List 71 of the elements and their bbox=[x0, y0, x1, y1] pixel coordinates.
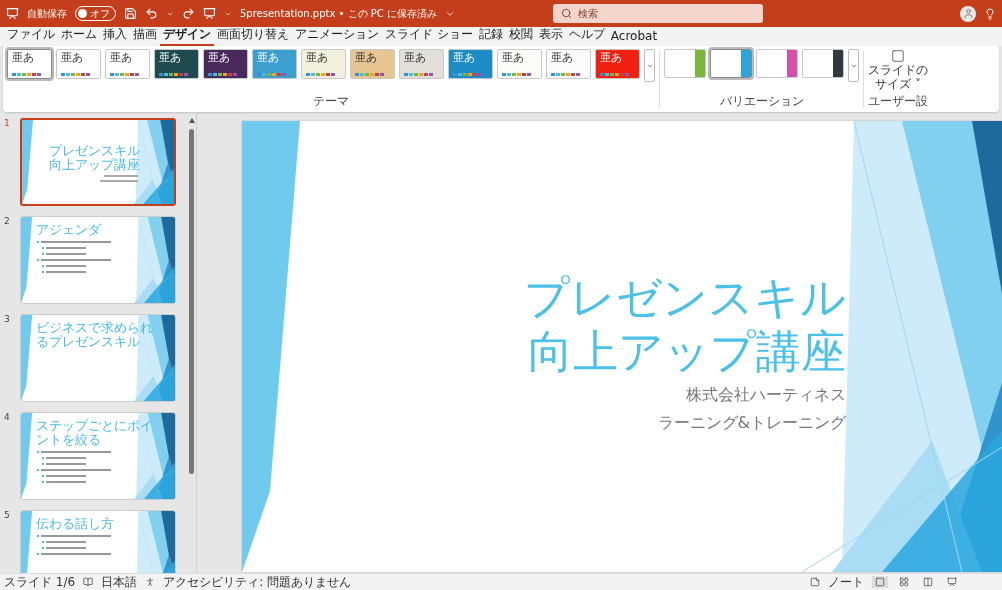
notes-icon[interactable] bbox=[810, 577, 820, 587]
theme-thumbnail[interactable]: 亜あ bbox=[301, 49, 346, 79]
slide-number: 4 bbox=[4, 412, 11, 424]
menu-tab[interactable]: 画面切り替え bbox=[214, 26, 292, 46]
theme-thumbnail[interactable]: 亜あ bbox=[7, 49, 52, 79]
menu-tab[interactable]: ホーム bbox=[58, 26, 100, 46]
slide-size-button[interactable]: スライドの サイズ ˅ bbox=[868, 49, 928, 92]
group-label: ユーザー設 bbox=[868, 93, 928, 110]
autosave-label: 自動保存 bbox=[27, 6, 67, 21]
thumbnail-title: ステップごとにポイントを絞る bbox=[36, 419, 153, 447]
slide-subtitle: ラーニング&トレーニング bbox=[657, 412, 846, 434]
slide-number: 3 bbox=[4, 314, 11, 326]
slide-size-icon bbox=[891, 49, 905, 63]
theme-thumbnail[interactable]: 亜あ bbox=[350, 49, 395, 79]
slide-title: プレゼンスキル bbox=[524, 271, 846, 325]
document-title[interactable]: 5presentation.pptx • この PC に保存済み bbox=[240, 6, 437, 21]
theme-thumbnail[interactable]: 亜あ bbox=[497, 49, 542, 79]
slide-subtitle: 株式会社ハーティネス bbox=[686, 384, 846, 406]
lightbulb-icon[interactable] bbox=[984, 7, 996, 20]
subtitle-lines-drawing bbox=[100, 174, 138, 182]
menu-tab[interactable]: ファイル bbox=[4, 26, 58, 46]
menu-tab[interactable]: Acrobat bbox=[607, 29, 661, 46]
group-label: バリエーション bbox=[719, 93, 804, 110]
menu-tab[interactable]: 記録 bbox=[475, 26, 506, 46]
slide-counter: スライド 1/6 bbox=[4, 573, 76, 590]
thumbnail-title: 伝わる話し方 bbox=[36, 517, 114, 531]
variation-thumbnail[interactable] bbox=[710, 49, 752, 78]
slideshow-icon[interactable] bbox=[203, 7, 216, 20]
variation-thumbnail[interactable] bbox=[756, 49, 798, 78]
theme-thumbnail[interactable]: 亜あ bbox=[595, 49, 640, 79]
search-icon bbox=[561, 8, 572, 19]
book-icon[interactable] bbox=[83, 577, 94, 587]
thumbnail-title: アジェンダ bbox=[36, 223, 101, 237]
menu-tab[interactable]: アニメーション bbox=[292, 26, 382, 46]
theme-thumbnail[interactable]: 亜あ bbox=[105, 49, 150, 79]
slide-number: 5 bbox=[4, 510, 11, 522]
slide-title: 向上アップ講座 bbox=[528, 325, 846, 379]
menu-tab[interactable]: 校閲 bbox=[505, 26, 536, 46]
thumbnail-title: ビジネスで求められるプレゼンスキル bbox=[36, 321, 153, 349]
redo-icon[interactable] bbox=[182, 7, 195, 20]
save-icon[interactable] bbox=[124, 7, 137, 20]
thumbnail-title: 向上アップ講座 bbox=[49, 157, 140, 172]
theme-thumbnail[interactable]: 亜あ bbox=[56, 49, 101, 79]
undo-icon[interactable] bbox=[145, 7, 158, 20]
menu-tab[interactable]: 描画 bbox=[130, 26, 160, 46]
slide-canvas[interactable]: プレゼンスキル 向上アップ講座 株式会社ハーティネス ラーニング&トレーニング bbox=[242, 121, 1002, 572]
thumbnail-title: プレゼンスキル bbox=[49, 144, 140, 158]
slideshow-icon[interactable] bbox=[944, 576, 960, 588]
slide-number: 1 bbox=[4, 118, 11, 130]
language-indicator[interactable]: 日本語 bbox=[101, 573, 138, 590]
variation-thumbnail[interactable] bbox=[664, 49, 706, 78]
theme-thumbnail[interactable]: 亜あ bbox=[546, 49, 591, 79]
normal-view-icon[interactable] bbox=[872, 576, 888, 588]
app-logo-icon bbox=[6, 7, 19, 20]
theme-thumbnail[interactable]: 亜あ bbox=[399, 49, 444, 79]
slide-number: 2 bbox=[4, 216, 11, 228]
menu-tab[interactable]: 表示 bbox=[535, 26, 566, 46]
notes-button[interactable]: ノート bbox=[828, 573, 864, 590]
menu-tab[interactable]: 挿入 bbox=[100, 26, 130, 46]
accessibility-status[interactable]: アクセシビリティ: 問題ありません bbox=[163, 573, 351, 590]
theme-thumbnail[interactable]: 亜あ bbox=[154, 49, 199, 79]
account-avatar-icon[interactable] bbox=[960, 5, 976, 22]
theme-thumbnail[interactable]: 亜あ bbox=[448, 49, 493, 79]
variation-thumbnail[interactable] bbox=[802, 49, 844, 78]
group-label: テーマ bbox=[313, 93, 349, 110]
menu-tab[interactable]: スライド ショー bbox=[382, 26, 476, 46]
menu-tab[interactable]: ヘルプ bbox=[565, 26, 608, 46]
scroll-up-arrow-icon[interactable] bbox=[188, 118, 195, 123]
theme-thumbnail[interactable]: 亜あ bbox=[203, 49, 248, 79]
search-field[interactable]: 検索 bbox=[553, 4, 763, 23]
accessibility-icon[interactable] bbox=[145, 577, 156, 587]
